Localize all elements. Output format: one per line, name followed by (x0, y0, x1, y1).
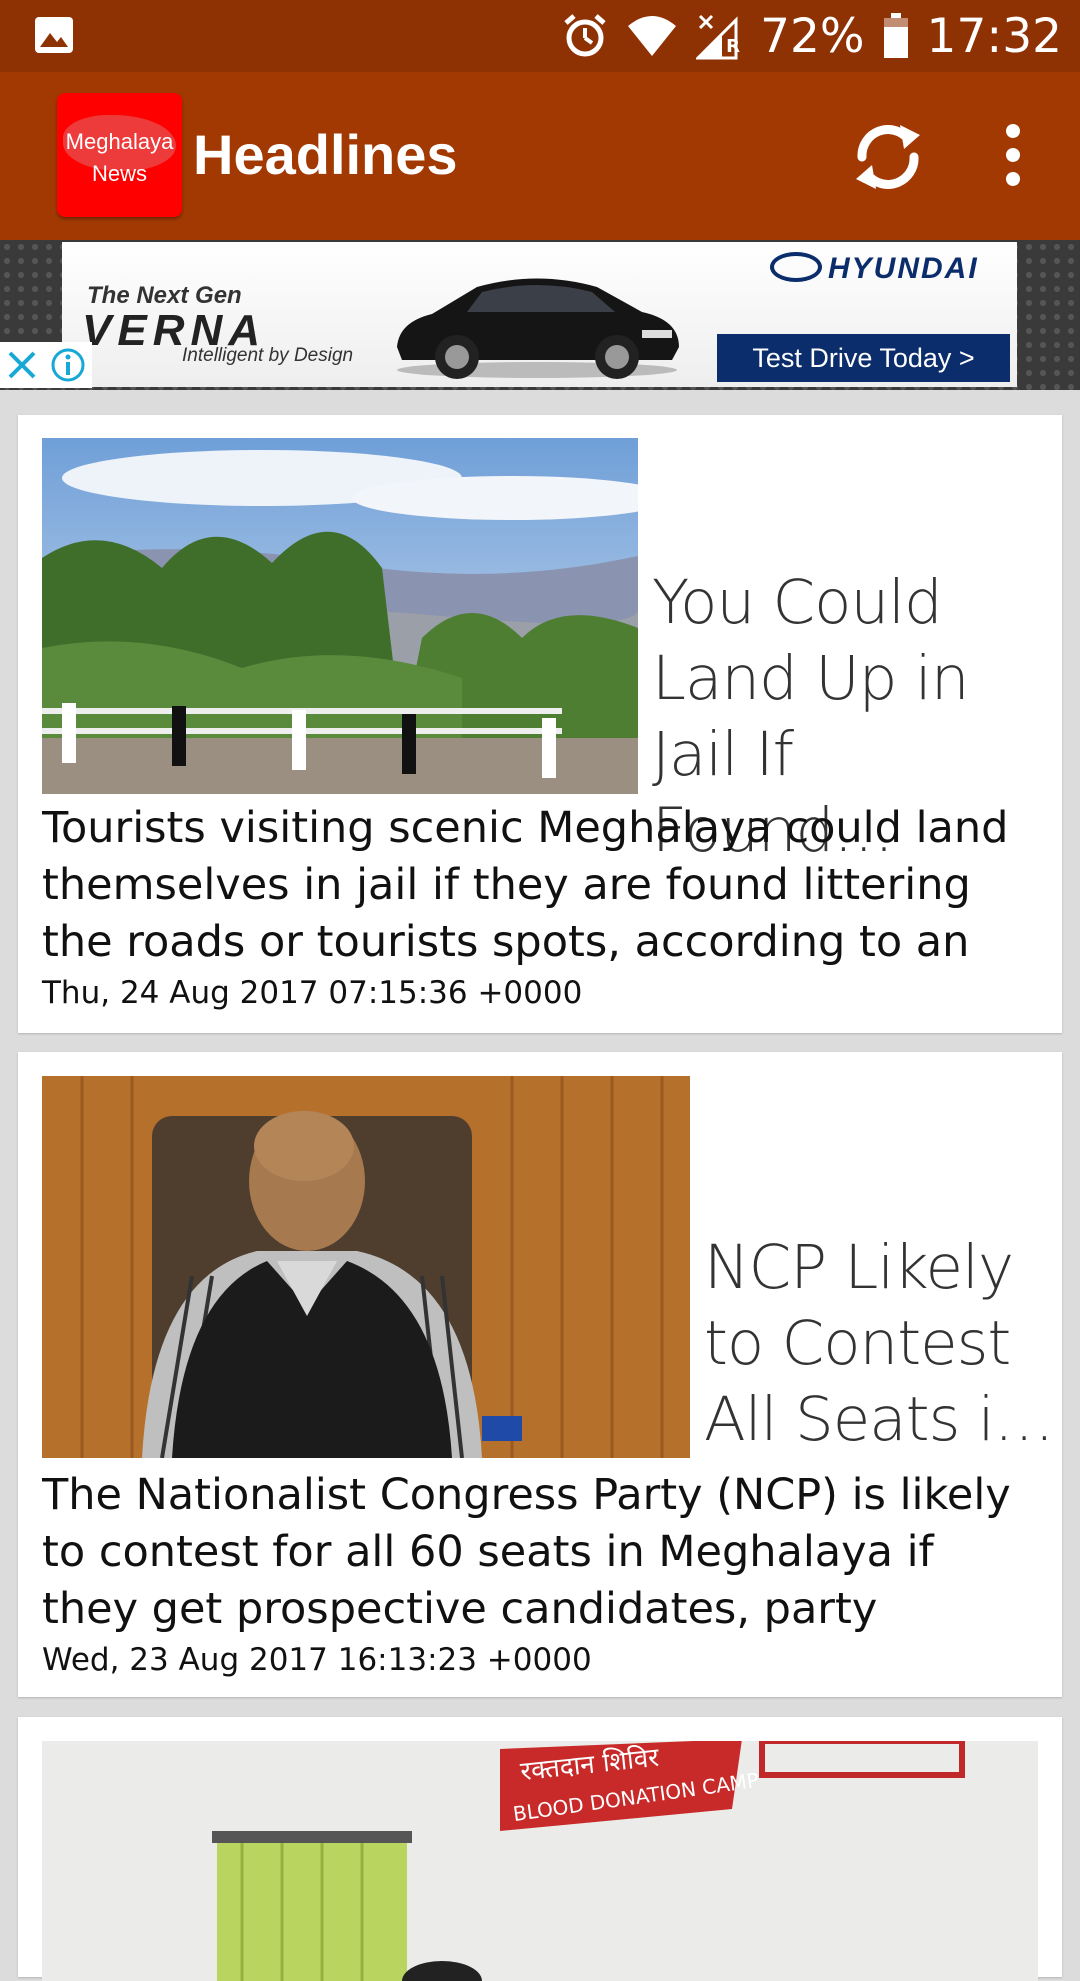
status-bar: R 72% 17:32 (0, 0, 1080, 72)
news-date: Thu, 24 Aug 2017 07:15:36 +0000 (42, 975, 583, 1011)
wifi-icon (626, 14, 678, 58)
refresh-icon (856, 125, 920, 189)
app-logo: Meghalaya News (57, 93, 182, 217)
news-thumbnail (42, 1076, 690, 1458)
more-vert-icon-dot (1006, 172, 1020, 186)
news-card[interactable]: रक्तदान शिविर BLOOD DONATION CAMP (18, 1717, 1062, 1981)
ad-brand: HYUNDAI (770, 252, 979, 286)
headline-line: You Could (652, 567, 943, 638)
news-summary: The Nationalist Congress Party (NCP) is … (42, 1470, 1011, 1634)
headline-line: to Contest (704, 1308, 1011, 1379)
car-image (397, 278, 679, 379)
page-title: Headlines (193, 123, 458, 186)
battery-icon (883, 13, 909, 59)
battery-percent: 72% (760, 8, 865, 64)
news-summary: Tourists visiting scenic Meghalaya could… (42, 803, 1009, 967)
news-card[interactable]: NCP Likely to Contest All Seats i… The N… (18, 1052, 1062, 1697)
ad-tagline: Intelligent by Design (182, 345, 354, 366)
headline-line: Land Up in (652, 643, 970, 714)
ad-creative[interactable]: The Next Gen VERNA Intelligent by Design… (62, 242, 1017, 387)
ad-banner[interactable]: The Next Gen VERNA Intelligent by Design… (0, 240, 1080, 390)
network-indicator: R (726, 36, 740, 57)
gallery-notification-icon (34, 16, 74, 54)
logo-text-line1: Meghalaya (65, 129, 174, 154)
headline-line: NCP Likely (704, 1232, 1014, 1303)
more-vert-icon-dot (1006, 148, 1020, 162)
close-icon[interactable] (6, 349, 38, 381)
refresh-button[interactable] (848, 117, 928, 197)
ad-choices[interactable] (0, 342, 92, 388)
clock: 17:32 (926, 8, 1062, 64)
ad-cta-button[interactable]: Test Drive Today > (717, 334, 1010, 382)
news-headline[interactable]: NCP Likely to Contest All Seats i… (704, 1230, 1055, 1458)
more-vert-icon (1006, 124, 1020, 138)
hyundai-logo-icon (770, 252, 822, 283)
ad-brand-text: HYUNDAI (828, 252, 979, 285)
news-card[interactable]: You Could Land Up in Jail If Found… Tour… (18, 415, 1062, 1033)
news-thumbnail (42, 438, 638, 794)
overflow-menu-button[interactable] (995, 124, 1031, 190)
alarm-icon (562, 13, 608, 59)
logo-text-line2: News (91, 161, 147, 186)
app-bar: Meghalaya News Headlines (0, 72, 1080, 240)
headline-line: All Seats i… (704, 1384, 1055, 1455)
news-date: Wed, 23 Aug 2017 16:13:23 +0000 (42, 1642, 592, 1678)
cellular-signal-icon: R (696, 12, 742, 60)
info-icon[interactable] (50, 347, 86, 383)
news-thumbnail: रक्तदान शिविर BLOOD DONATION CAMP (42, 1741, 1038, 1981)
